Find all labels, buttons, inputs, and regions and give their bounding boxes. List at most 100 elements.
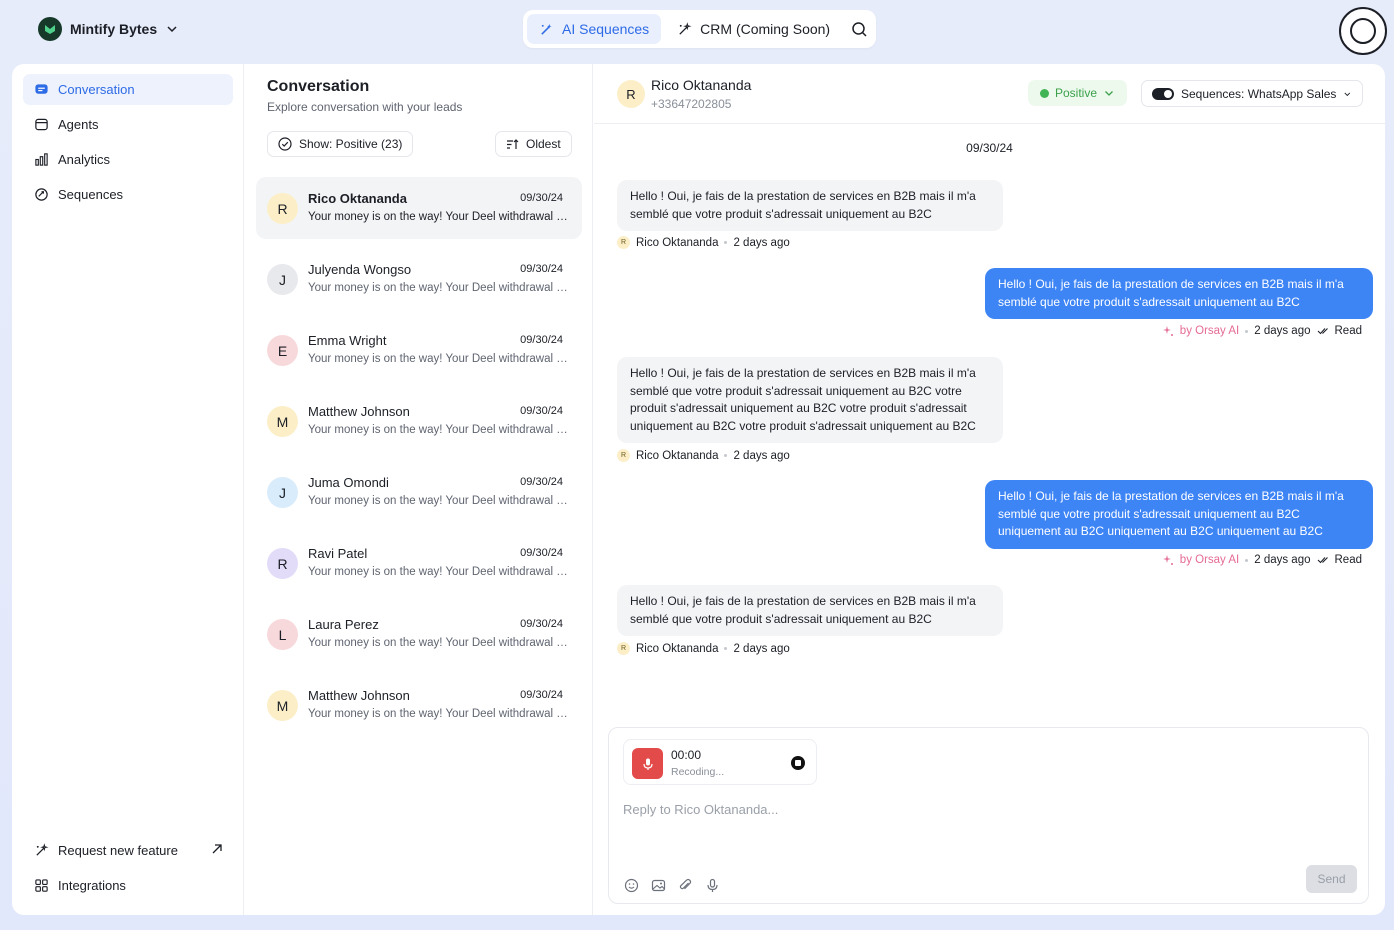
day-separator: 09/30/24 [966,141,1013,155]
filter-label: Show: Positive (23) [299,137,403,151]
sequence-dropdown[interactable]: Sequences: WhatsApp Sales [1141,80,1363,107]
chat-header: R Rico Oktananda +33647202805 Positive S… [594,64,1385,124]
conversation-item[interactable]: M Matthew Johnson 09/30/24 Your money is on… [256,674,582,736]
message-time: 2 days ago [733,642,790,655]
seal-badge-icon [1339,7,1387,55]
conversation-item[interactable]: J Juma Omondi 09/30/24 Your money is on the… [256,461,582,523]
avatar: R [617,449,630,462]
sidebar-item-request-feature[interactable]: Request new feature [23,835,233,866]
conversation-preview: Your money is on the way! Your Deel with… [308,566,568,578]
avatar: R [267,193,298,224]
avatar: M [267,406,298,437]
reply-composer: 00:00 Recoding... Send [608,727,1369,904]
message-time: 2 days ago [733,449,790,462]
conversation-date: 09/30/24 [520,689,563,701]
recording-card: 00:00 Recoding... [623,739,817,785]
conversation-item[interactable]: E Emma Wright 09/30/24 Your money is on the… [256,319,582,381]
conversation-item[interactable]: L Laura Perez 09/30/24 Your money is on the… [256,603,582,665]
tab-ai-sequences[interactable]: AI Sequences [527,14,662,44]
magic-wand-icon [541,23,552,35]
conversation-preview: Your money is on the way! Your Deel with… [308,424,568,436]
sequences-icon [33,187,49,203]
contact-name: Rico Oktananda [651,77,752,93]
message-sender: Rico Oktananda [636,449,719,462]
sequence-toggle[interactable] [1152,87,1174,100]
sort-icon [507,138,519,149]
double-check-icon [1317,328,1328,335]
sidebar-item-integrations[interactable]: Integrations [23,870,233,901]
search-button[interactable] [846,14,872,44]
chat-pane: R Rico Oktananda +33647202805 Positive S… [594,64,1385,915]
sort-label: Oldest [526,137,561,151]
conversation-name: Ravi Patel [308,546,368,561]
voice-icon[interactable] [704,877,720,893]
send-button[interactable]: Send [1306,865,1357,893]
chevron-down-icon [1344,92,1351,96]
conversation-date: 09/30/24 [520,547,563,559]
sidebar: Conversation Agents Analytics Sequences … [12,64,244,915]
conversation-preview: Your money is on the way! Your Deel with… [308,282,568,294]
message-time: 2 days ago [1254,325,1311,337]
tab-ai-sequences-label: AI Sequences [562,21,650,37]
double-check-icon [1317,557,1328,564]
conversation-list-pane: Conversation Explore conversation with y… [245,64,593,915]
conversation-preview: Your money is on the way! Your Deel with… [308,637,568,649]
message-read-status: Read [1334,554,1363,566]
conversation-list-subtitle: Explore conversation with your leads [267,100,463,114]
conversation-item[interactable]: R Rico Oktananda 09/30/24 Your money is on … [256,177,582,239]
sidebar-item-label: Agents [58,117,99,132]
sidebar-item-sequences[interactable]: Sequences [23,179,233,210]
conversation-name: Laura Perez [308,617,379,632]
conversation-name: Matthew Johnson [308,404,410,419]
conversation-preview: Your money is on the way! Your Deel with… [308,708,568,720]
conversation-date: 09/30/24 [520,263,563,275]
microphone-icon [632,748,663,779]
attachment-icon[interactable] [677,877,693,893]
chevron-down-icon [1105,91,1113,96]
sort-button[interactable]: Oldest [495,131,572,157]
avatar: J [267,477,298,508]
sidebar-item-conversation[interactable]: Conversation [23,74,233,105]
separator-dot [724,647,728,650]
top-navigation: AI Sequences CRM (Coming Soon) [523,10,876,48]
filter-button[interactable]: Show: Positive (23) [267,131,414,157]
stop-recording-button[interactable] [791,756,805,770]
conversation-preview: Your money is on the way! Your Deel with… [308,495,568,507]
sidebar-item-label: Analytics [58,152,111,167]
message-sender: by Orsay AI [1179,325,1240,337]
avatar: E [267,335,298,366]
separator-dot [1245,558,1249,562]
tab-crm-label: CRM (Coming Soon) [700,21,831,37]
conversation-name: Rico Oktananda [308,191,407,206]
reply-input[interactable] [623,798,1353,820]
conversation-preview: Your money is on the way! Your Deel with… [308,353,568,365]
status-dropdown[interactable]: Positive [1028,80,1128,106]
workspace-name: Mintify Bytes [70,21,158,37]
message-sender: Rico Oktananda [636,236,719,249]
incoming-message: Hello ! Oui, je fais de la prestation de… [617,585,1003,636]
image-icon[interactable] [650,877,666,893]
conversation-item[interactable]: R Ravi Patel 09/30/24 Your money is on the … [256,532,582,594]
emoji-icon[interactable] [623,877,639,893]
contact-phone: +33647202805 [651,97,732,111]
magic-wand-icon [679,21,692,35]
sidebar-item-analytics[interactable]: Analytics [23,144,233,175]
workspace-switcher[interactable]: Mintify Bytes [38,17,179,41]
sidebar-item-agents[interactable]: Agents [23,109,233,140]
conversation-item[interactable]: M Matthew Johnson 09/30/24 Your money is on… [256,390,582,452]
conversation-name: Julyenda Wongso [308,262,412,277]
check-circle-icon [278,137,292,151]
conversation-date: 09/30/24 [520,192,563,204]
conversation-date: 09/30/24 [520,618,563,630]
conversation-item[interactable]: J Julyenda Wongso 09/30/24 Your money is on… [256,248,582,310]
grid-icon [33,878,49,894]
message-meta: by Orsay AI 2 days ago Read [1162,554,1362,566]
avatar: L [267,619,298,650]
outgoing-message: Hello ! Oui, je fais de la prestation de… [985,480,1373,549]
tab-crm[interactable]: CRM (Coming Soon) [665,14,842,44]
avatar: R [267,548,298,579]
conversation-list-title: Conversation [267,78,370,95]
feature-icon [33,843,49,859]
workspace-logo-icon [38,17,62,41]
recording-time: 00:00 [671,748,702,762]
